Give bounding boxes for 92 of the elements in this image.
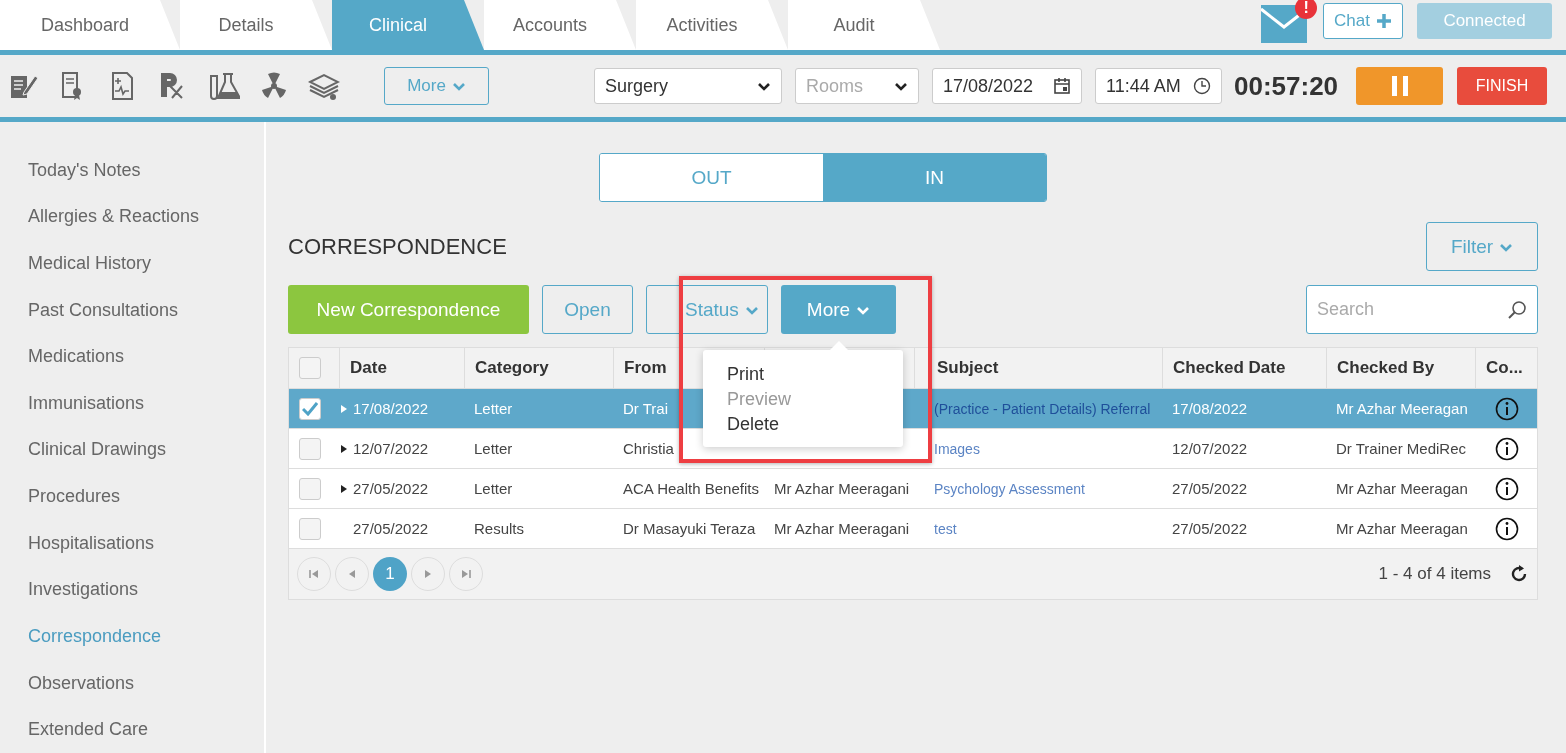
table-cell: Christia: [623, 440, 674, 457]
next-page-icon: [423, 569, 433, 579]
table-cell: 12/07/2022: [353, 440, 429, 457]
refresh-icon[interactable]: [1509, 564, 1529, 584]
row-checkbox[interactable]: [299, 477, 321, 500]
sidebar-item[interactable]: Clinical Drawings: [0, 426, 264, 474]
table-cell: Mr Azhar Meeragan: [1336, 480, 1468, 497]
sidebar-item[interactable]: Medical History: [0, 240, 264, 287]
subject-link[interactable]: Images: [934, 440, 980, 457]
table-cell: Dr Masayuki Teraza: [623, 520, 756, 537]
table-cell: 27/05/2022: [1172, 520, 1248, 537]
table-cell: Dr Trainer MediRec: [1336, 440, 1467, 457]
expand-arrow-icon[interactable]: [339, 483, 349, 494]
table-cell: Mr Azhar Meeragan: [1336, 520, 1468, 537]
tab[interactable]: Audit: [788, 0, 940, 50]
time-field[interactable]: 11:44 AM: [1095, 68, 1222, 104]
tab[interactable]: Details: [180, 0, 332, 50]
tab[interactable]: Activities: [636, 0, 788, 50]
table-cell: 27/05/2022: [1172, 480, 1248, 497]
table-row[interactable]: 27/05/2022 Results Dr Masayuki Teraza Mr Azhar Meeragani test 27/05/2022 Mr Azhar Meeragan: [289, 508, 1537, 548]
chevron-down-icon: [757, 80, 771, 92]
sidebar-item[interactable]: Correspondence: [0, 613, 264, 660]
column-header: Date: [339, 348, 464, 388]
direction-tab[interactable]: IN: [823, 154, 1046, 201]
table-cell: 27/05/2022: [353, 520, 429, 537]
subject-link[interactable]: test: [934, 520, 957, 537]
pause-icon: [1390, 76, 1409, 96]
more-button[interactable]: More: [781, 285, 896, 334]
location-select[interactable]: Surgery: [594, 68, 782, 104]
table-row[interactable]: 27/05/2022 Letter ACA Health Benefits Mr Azhar Meeragani Psychology Assessment 27/05/2022 Mr Azhar Meeragan: [289, 468, 1537, 508]
row-checkbox[interactable]: [299, 437, 321, 460]
expand-arrow-icon[interactable]: [339, 443, 349, 454]
checkmark-icon: [302, 401, 318, 416]
info-icon[interactable]: [1495, 396, 1519, 421]
info-icon[interactable]: [1495, 516, 1519, 541]
pager-summary: 1 - 4 of 4 items: [1378, 564, 1491, 584]
table-cell: Dr Trai: [623, 400, 668, 417]
table-cell: Mr Azhar Meeragan: [1336, 400, 1468, 417]
date-field[interactable]: 17/08/2022: [932, 68, 1082, 104]
subject-link[interactable]: (Practice - Patient Details) Referral: [934, 400, 1151, 417]
search-icon: [1507, 299, 1527, 320]
table-cell: Letter: [474, 480, 513, 497]
sidebar-item[interactable]: Allergies & Reactions: [0, 193, 264, 241]
column-header: Category: [464, 348, 613, 388]
sidebar-item[interactable]: Today's Notes: [0, 147, 264, 194]
column-header: Co...: [1475, 348, 1537, 388]
timer: 00:57:20: [1234, 70, 1339, 102]
previous-page-icon: [347, 569, 357, 579]
row-checkbox[interactable]: [299, 517, 321, 540]
plus-icon: [1376, 13, 1392, 29]
sidebar-item[interactable]: Medications: [0, 333, 264, 381]
select-all-checkbox[interactable]: [299, 357, 321, 379]
column-header: Checked By: [1326, 348, 1475, 388]
table-cell: 27/05/2022: [353, 480, 429, 497]
sidebar-item[interactable]: Procedures: [0, 473, 264, 520]
column-header: Checked Date: [1162, 348, 1326, 388]
column-header: Subject: [914, 348, 1162, 388]
sidebar-item[interactable]: Past Consultations: [0, 286, 264, 334]
tab[interactable]: Dashboard: [0, 0, 180, 50]
info-icon[interactable]: [1495, 476, 1519, 501]
chevron-down-icon: [451, 80, 466, 92]
table-cell: Results: [474, 520, 525, 537]
table-cell: Letter: [474, 400, 513, 417]
page-button[interactable]: 1: [373, 557, 407, 591]
chevron-down-icon: [894, 80, 908, 92]
clock-icon: [1193, 77, 1211, 95]
last-page-icon: [461, 569, 471, 579]
table-cell: 12/07/2022: [1172, 440, 1248, 457]
tab[interactable]: Accounts: [484, 0, 636, 50]
lab-flask-icon[interactable]: [208, 70, 240, 102]
sidebar-item[interactable]: Investigations: [0, 566, 264, 614]
table-cell: 17/08/2022: [353, 400, 429, 417]
sidebar-item[interactable]: Extended Care: [0, 706, 264, 753]
finish-button[interactable]: FINISH: [1457, 67, 1548, 105]
table-cell: 17/08/2022: [1172, 400, 1248, 417]
first-page-icon: [309, 569, 319, 579]
alert-badge: !: [1295, 0, 1318, 19]
table-cell: Mr Azhar Meeragani: [774, 520, 910, 537]
table-cell: ACA Health Benefits: [623, 480, 759, 497]
table-cell: Letter: [474, 440, 513, 457]
row-checkbox[interactable]: [299, 397, 321, 420]
subject-link[interactable]: Psychology Assessment: [934, 480, 1085, 497]
calendar-icon: [1053, 77, 1071, 95]
sidebar-item[interactable]: Hospitalisations: [0, 519, 264, 567]
tab[interactable]: Clinical: [332, 0, 484, 50]
sidebar-item[interactable]: Observations: [0, 659, 264, 707]
info-icon[interactable]: [1495, 436, 1519, 461]
chat-button[interactable]: Chat: [1323, 3, 1403, 39]
table-cell: Mr Azhar Meeragani: [774, 480, 910, 497]
sidebar-item[interactable]: Immunisations: [0, 380, 264, 427]
page-title: CORRESPONDENCE: [288, 233, 507, 260]
direction-tab[interactable]: OUT: [600, 154, 823, 201]
